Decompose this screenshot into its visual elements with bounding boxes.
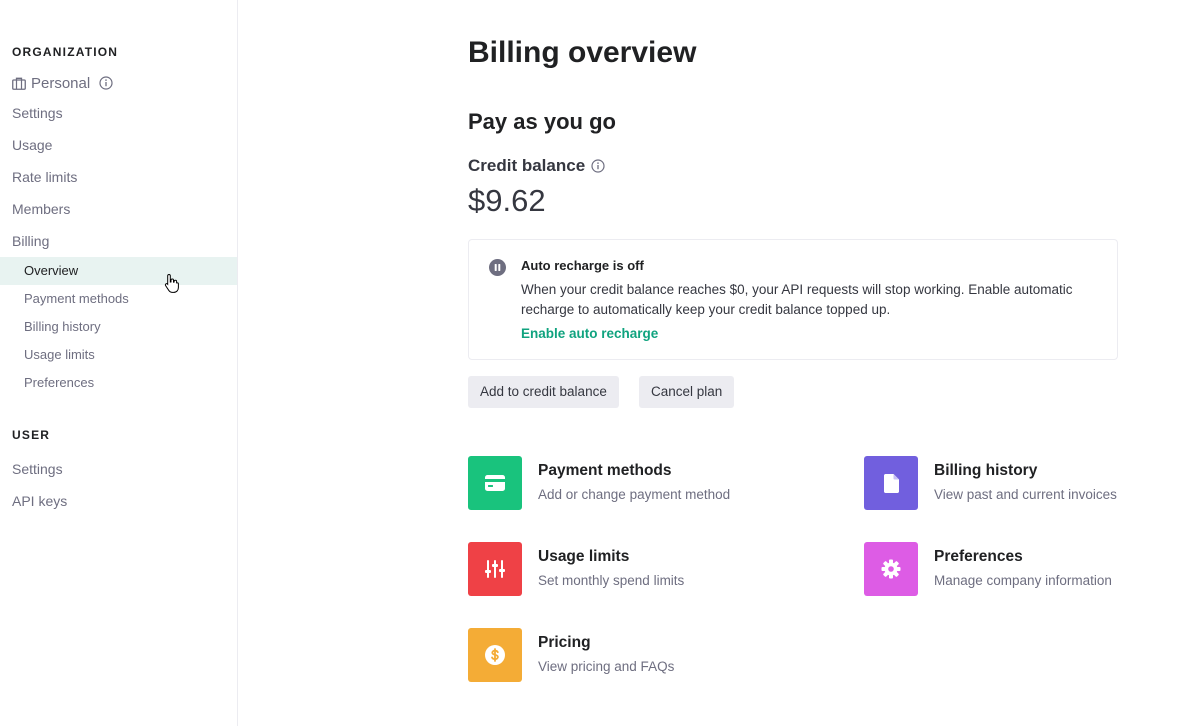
document-icon: [864, 456, 918, 510]
card-title: Pricing: [538, 634, 591, 651]
credit-balance-label: Credit balance: [468, 156, 605, 176]
card-description: Set monthly spend limits: [538, 573, 685, 588]
dollar-icon: [468, 628, 522, 682]
credit-balance-amount: $9.62: [468, 183, 546, 218]
org-selector[interactable]: Personal: [12, 73, 113, 93]
card-title: Preferences: [934, 548, 1023, 565]
org-name: Personal: [31, 74, 91, 92]
card-title: Usage limits: [538, 548, 630, 565]
card-description: Add or change payment method: [538, 487, 731, 502]
sidebar-item-members[interactable]: Members: [12, 199, 70, 219]
info-icon[interactable]: [99, 76, 113, 90]
payment-methods-card[interactable]: Payment methods Add or change payment me…: [468, 456, 768, 512]
sidebar-subitem-usage-limits[interactable]: Usage limits: [0, 341, 237, 369]
pause-icon: [489, 259, 506, 281]
sidebar-item-rate-limits[interactable]: Rate limits: [12, 167, 77, 187]
info-icon[interactable]: [591, 159, 605, 173]
page-title: Billing overview: [468, 36, 697, 69]
credit-balance-text: Credit balance: [468, 156, 586, 175]
card-description: Manage company information: [934, 573, 1112, 588]
plan-title: Pay as you go: [468, 109, 616, 134]
organization-section-title: ORGANIZATION: [12, 45, 119, 59]
sidebar: ORGANIZATION Personal Settings Usage Rat…: [0, 0, 238, 726]
gear-icon: [864, 542, 918, 596]
cancel-plan-button[interactable]: Cancel plan: [639, 376, 735, 408]
add-to-credit-balance-button[interactable]: Add to credit balance: [468, 376, 619, 408]
card-description: View pricing and FAQs: [538, 659, 675, 674]
enable-auto-recharge-link[interactable]: Enable auto recharge: [521, 326, 658, 341]
sidebar-item-user-settings[interactable]: Settings: [12, 459, 63, 479]
briefcase-icon: [12, 77, 26, 90]
billing-history-card[interactable]: Billing history View past and current in…: [864, 456, 1164, 512]
card-description: View past and current invoices: [934, 487, 1117, 502]
sidebar-item-billing[interactable]: Billing: [12, 231, 49, 251]
user-section-title: USER: [12, 428, 51, 442]
sidebar-item-settings[interactable]: Settings: [12, 103, 63, 123]
sidebar-item-usage[interactable]: Usage: [12, 135, 52, 155]
pricing-card[interactable]: Pricing View pricing and FAQs: [468, 628, 768, 684]
auto-recharge-notice: Auto recharge is off When your credit ba…: [468, 239, 1118, 360]
usage-limits-card[interactable]: Usage limits Set monthly spend limits: [468, 542, 768, 598]
notice-title: Auto recharge is off: [521, 258, 644, 273]
sidebar-subitem-payment-methods[interactable]: Payment methods: [0, 285, 237, 313]
credit-card-icon: [468, 456, 522, 510]
card-title: Payment methods: [538, 462, 672, 479]
sidebar-item-api-keys[interactable]: API keys: [12, 491, 67, 511]
card-title: Billing history: [934, 462, 1038, 479]
preferences-card[interactable]: Preferences Manage company information: [864, 542, 1164, 598]
sidebar-subitem-billing-history[interactable]: Billing history: [0, 313, 237, 341]
hand-cursor-icon: [164, 273, 180, 298]
notice-body: When your credit balance reaches $0, you…: [521, 282, 1073, 317]
sliders-icon: [468, 542, 522, 596]
sidebar-subitem-overview[interactable]: Overview: [0, 257, 237, 285]
sidebar-subitem-preferences[interactable]: Preferences: [0, 369, 237, 397]
